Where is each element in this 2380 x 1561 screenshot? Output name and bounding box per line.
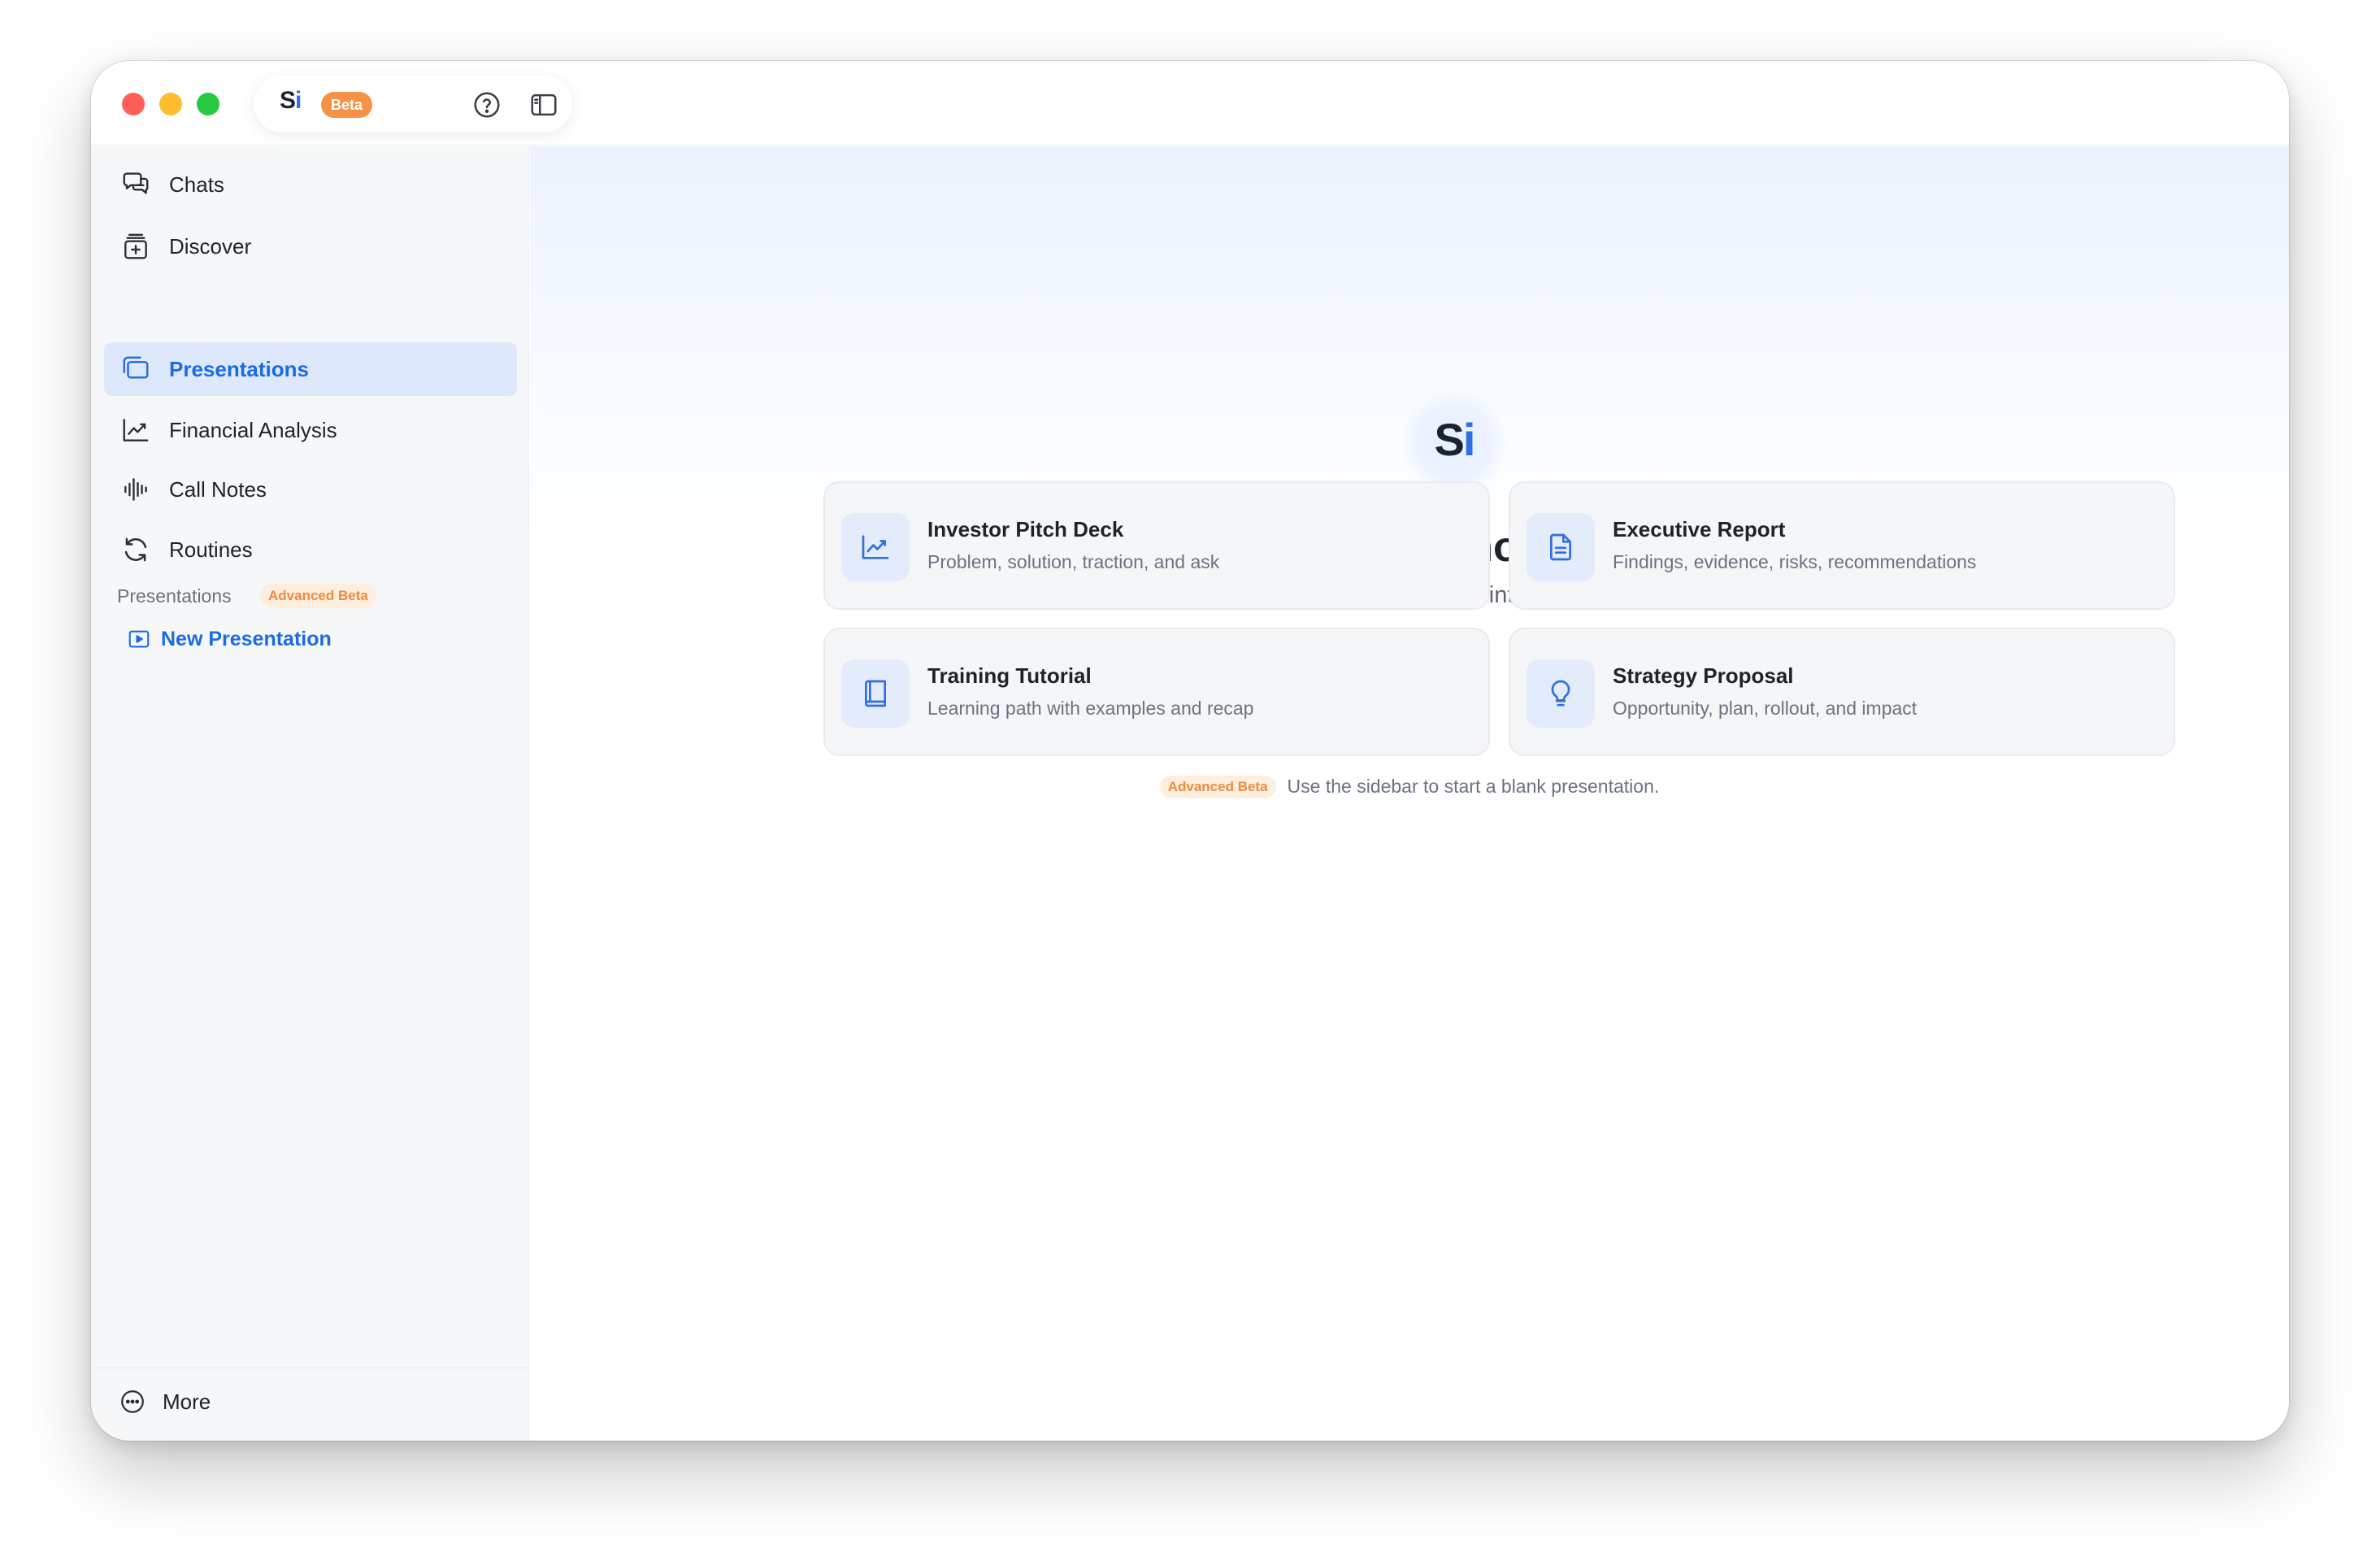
- card-title: Training Tutorial: [927, 663, 1092, 688]
- footer-note-text: Use the sidebar to start a blank present…: [1287, 776, 1660, 797]
- title-bar: Si Beta: [91, 61, 2289, 146]
- help-icon[interactable]: [471, 89, 502, 120]
- advanced-beta-badge: Advanced Beta: [1159, 776, 1276, 798]
- new-presentation-button[interactable]: New Presentation: [127, 623, 332, 655]
- line-chart-icon: [123, 419, 149, 441]
- sidebar-item-label: Routines: [169, 537, 253, 562]
- sidebar-item-routines[interactable]: Routines: [104, 523, 517, 576]
- main-content: Si Good Afternoon Turn an idea, brief, o…: [530, 146, 2289, 1441]
- presentation-icon: [123, 356, 149, 379]
- card-title: Strategy Proposal: [1613, 663, 1794, 688]
- sidebar-toggle-icon[interactable]: [528, 89, 559, 120]
- discover-box-icon: [124, 233, 147, 259]
- lightbulb-icon: [1551, 680, 1570, 707]
- close-window-button[interactable]: [122, 93, 145, 115]
- toolbar-pill: Si Beta: [254, 76, 572, 133]
- hero-logo: Si: [1401, 390, 1507, 496]
- template-card-investor-pitch-deck[interactable]: Investor Pitch Deck Problem, solution, t…: [823, 481, 1490, 610]
- new-presentation-label: New Presentation: [161, 627, 332, 650]
- document-icon: [1550, 533, 1571, 561]
- sidebar-item-label: Discover: [169, 234, 252, 259]
- card-description: Findings, evidence, risks, recommendatio…: [1613, 551, 1977, 572]
- card-title: Investor Pitch Deck: [927, 517, 1124, 541]
- zoom-window-button[interactable]: [197, 93, 219, 115]
- waveform-icon: [124, 478, 147, 501]
- footer-note: Advanced Beta Use the sidebar to start a …: [530, 776, 2289, 798]
- sidebar-item-presentations[interactable]: Presentations: [104, 342, 517, 396]
- beta-badge: Beta: [321, 92, 373, 118]
- minimize-window-button[interactable]: [159, 93, 182, 115]
- refresh-icon: [124, 537, 147, 562]
- card-description: Opportunity, plan, rollout, and impact: [1613, 698, 1917, 719]
- app-window: Si Beta Chats Discover Presentations Fin…: [91, 61, 2289, 1441]
- app-logo: Si: [280, 87, 302, 114]
- sidebar-item-label: Call Notes: [169, 477, 267, 502]
- chat-bubbles-icon: [123, 172, 149, 194]
- advanced-beta-badge: Advanced Beta: [260, 584, 376, 608]
- more-label: More: [163, 1389, 211, 1414]
- sidebar-item-label: Financial Analysis: [169, 418, 337, 442]
- sidebar: Chats Discover Presentations Financial A…: [91, 146, 529, 1441]
- book-icon: [865, 680, 886, 707]
- sidebar-item-discover[interactable]: Discover: [104, 220, 517, 273]
- play-slide-icon: [128, 630, 150, 648]
- sidebar-item-call-notes[interactable]: Call Notes: [104, 463, 517, 516]
- sidebar-item-label: Chats: [169, 172, 224, 197]
- sidebar-item-financial-analysis[interactable]: Financial Analysis: [104, 403, 517, 457]
- card-title: Executive Report: [1613, 517, 1786, 541]
- card-description: Learning path with examples and recap: [927, 698, 1254, 719]
- sidebar-footer: More: [91, 1368, 528, 1441]
- sidebar-item-chats[interactable]: Chats: [104, 158, 517, 211]
- more-ellipsis-icon: [121, 1390, 144, 1413]
- card-description: Problem, solution, traction, and ask: [927, 551, 1220, 572]
- template-card-strategy-proposal[interactable]: Strategy Proposal Opportunity, plan, rol…: [1509, 628, 2175, 756]
- trend-chart-icon: [862, 535, 889, 559]
- template-card-executive-report[interactable]: Executive Report Findings, evidence, ris…: [1509, 481, 2175, 610]
- section-title: Presentations: [117, 585, 232, 607]
- template-card-training-tutorial[interactable]: Training Tutorial Learning path with exa…: [823, 628, 1490, 756]
- sidebar-item-label: Presentations: [169, 357, 309, 381]
- more-button[interactable]: More: [119, 1388, 211, 1415]
